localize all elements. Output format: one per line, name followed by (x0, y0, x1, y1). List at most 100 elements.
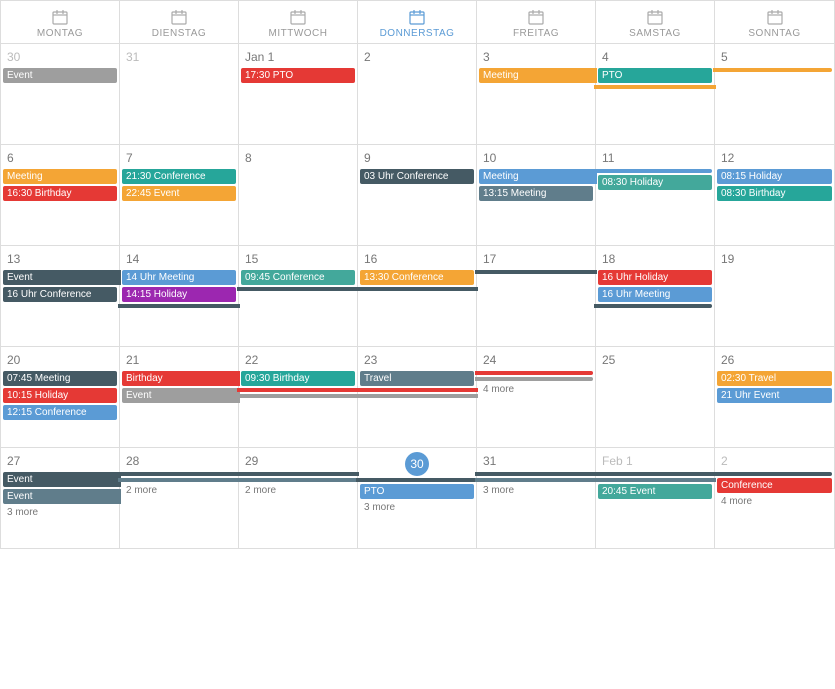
event-bar-birthday3-end[interactable] (475, 371, 593, 375)
day-cell-jan25: 25 (596, 347, 715, 447)
event-bar-event6-mid2[interactable] (237, 478, 359, 482)
event-bar-conference4[interactable]: 09:45 Conference (241, 270, 355, 285)
event-bar-event2-mid2[interactable] (237, 287, 359, 291)
day-cell-jan8: 8 (239, 145, 358, 245)
day-number: 31 (122, 46, 236, 68)
event-bar-event6-start[interactable]: Event (3, 489, 121, 504)
event-bar-birthday3-mid2[interactable] (356, 388, 478, 392)
more-link-jan24[interactable]: 4 more (479, 383, 593, 396)
day-cell-jan1: Jan 1 17:30 PTO (239, 44, 358, 144)
day-label-sonntag: SONNTAG (748, 28, 800, 39)
event-bar[interactable]: 17:30 PTO (241, 68, 355, 83)
event-bar-event3-mid[interactable] (237, 394, 359, 398)
event-bar-conference2[interactable]: 03 Uhr Conference (360, 169, 474, 184)
event-bar-holiday3[interactable]: 14:15 Holiday (122, 287, 236, 302)
header-montag: MONTAG (1, 1, 120, 43)
more-link-jan29[interactable]: 2 more (241, 484, 355, 497)
day-cell-jan26: 26 02:30 Travel 21 Uhr Event (715, 347, 834, 447)
event-bar-travel[interactable]: Travel (360, 371, 474, 386)
day-cell-jan22: 22 09:30 Birthday (239, 347, 358, 447)
event-bar-event2-start[interactable]: Event (3, 270, 121, 285)
event-bar-conference3[interactable]: 16 Uhr Conference (3, 287, 117, 302)
event-bar-holiday5[interactable]: 10:15 Holiday (3, 388, 117, 403)
event-bar-event2-mid4[interactable] (475, 270, 597, 274)
event-bar-event5-end[interactable] (713, 472, 832, 476)
day-number: 16 (360, 248, 474, 270)
day-label-dienstag: DIENSTAG (152, 28, 206, 39)
event-bar-event5-mid3[interactable] (356, 478, 478, 482)
more-link-jan30[interactable]: 3 more (360, 501, 474, 514)
event-bar-pto2[interactable]: PTO (360, 484, 474, 499)
more-link-jan31[interactable]: 3 more (479, 484, 593, 497)
event-bar-meeting3[interactable]: 13:15 Meeting (479, 186, 593, 201)
event-bar-event6-mid4[interactable] (594, 478, 716, 482)
more-link-feb2[interactable]: 4 more (717, 495, 832, 508)
event-bar-meeting6[interactable]: 07:45 Meeting (3, 371, 117, 386)
event-bar-birthday3-mid[interactable] (237, 388, 359, 392)
event-bar-meeting4[interactable]: 14 Uhr Meeting (122, 270, 236, 285)
event-bar-event3-end[interactable] (475, 377, 593, 381)
event-bar-event6-mid3[interactable] (475, 478, 597, 482)
event-bar-pto[interactable]: PTO (598, 68, 712, 83)
event-bar-conference[interactable]: 21:30 Conference (122, 169, 236, 184)
event-bar-event5-mid2[interactable] (237, 472, 359, 476)
event-bar-event2-mid[interactable] (118, 304, 240, 308)
day-cell-dec31: 31 (120, 44, 239, 144)
event-bar-event5-mid[interactable] (118, 472, 240, 476)
event-bar-event4[interactable]: 21 Uhr Event (717, 388, 832, 403)
day-cell-jan28: 28 2 more (120, 448, 239, 548)
week-row-2: 6 Meeting 16:30 Birthday 7 21:30 Confere… (1, 145, 834, 246)
day-cell-jan2: 2 (358, 44, 477, 144)
day-number: 24 (479, 349, 593, 371)
event-bar-holiday2[interactable]: 08:15 Holiday (717, 169, 832, 184)
event-bar-event3-mid2[interactable] (356, 394, 478, 398)
day-cell-jan13: 13 Event 16 Uhr Conference (1, 246, 120, 346)
day-number: 5 (717, 46, 832, 68)
day-cell-jan17: 17 (477, 246, 596, 346)
event-bar-meeting-mid[interactable] (594, 85, 716, 89)
header-donnerstag: DONNERSTAG (358, 1, 477, 43)
event-bar-event2-mid3[interactable] (356, 287, 478, 291)
event-bar[interactable]: Event (3, 68, 117, 83)
event-bar-travel2[interactable]: 02:30 Travel (717, 371, 832, 386)
event-bar-conference7[interactable]: Conference (717, 478, 832, 493)
event-bar-meeting-start[interactable]: Meeting (479, 68, 597, 83)
day-number: 15 (241, 248, 355, 270)
calendar-icon-thu (409, 9, 425, 25)
day-number-today: 30 (405, 452, 429, 476)
day-number: 13 (3, 248, 117, 270)
event-bar-event2-end[interactable] (594, 304, 712, 308)
event-bar-event[interactable]: 22:45 Event (122, 186, 236, 201)
event-bar-conference5[interactable]: 13:30 Conference (360, 270, 474, 285)
event-bar-event5-mid5[interactable] (594, 472, 716, 476)
event-bar-event6-mid[interactable] (118, 478, 240, 482)
event-bar-meeting-end[interactable] (713, 68, 832, 72)
event-bar-event7[interactable]: 20:45 Event (598, 484, 712, 499)
event-bar-meeting2-end[interactable] (594, 169, 712, 173)
event-bar-meeting2-start[interactable]: Meeting (479, 169, 597, 184)
event-bar-birthday4[interactable]: 09:30 Birthday (241, 371, 355, 386)
day-cell-jan30: 30 PTO 3 more (358, 448, 477, 548)
event-bar-event3-start[interactable]: Event (122, 388, 240, 403)
day-cell-jan14: 14 14 Uhr Meeting 14:15 Holiday (120, 246, 239, 346)
event-bar-birthday3-start[interactable]: Birthday (122, 371, 240, 386)
event-bar-event5-mid4[interactable] (475, 472, 597, 476)
event-bar-conference6[interactable]: 12:15 Conference (3, 405, 117, 420)
more-link-jan27[interactable]: 3 more (3, 506, 117, 519)
event-bar-event5-start[interactable]: Event (3, 472, 121, 487)
event-bar-holiday4[interactable]: 16 Uhr Holiday (598, 270, 712, 285)
event-bar-birthday[interactable]: 16:30 Birthday (3, 186, 117, 201)
day-number: 18 (598, 248, 712, 270)
calendar-header: MONTAG DIENSTAG (1, 1, 834, 44)
day-number: 26 (717, 349, 832, 371)
more-link-jan28[interactable]: 2 more (122, 484, 236, 497)
day-cell-jan4: 4 PTO (596, 44, 715, 144)
event-bar-birthday2[interactable]: 08:30 Birthday (717, 186, 832, 201)
day-number: 11 (598, 147, 712, 169)
header-samstag: SAMSTAG (596, 1, 715, 43)
event-bar-meeting[interactable]: Meeting (3, 169, 117, 184)
day-number: 28 (122, 450, 236, 472)
event-bar-meeting5[interactable]: 16 Uhr Meeting (598, 287, 712, 302)
event-bar-holiday[interactable]: 08:30 Holiday (598, 175, 712, 190)
day-number: Jan 1 (241, 46, 355, 68)
